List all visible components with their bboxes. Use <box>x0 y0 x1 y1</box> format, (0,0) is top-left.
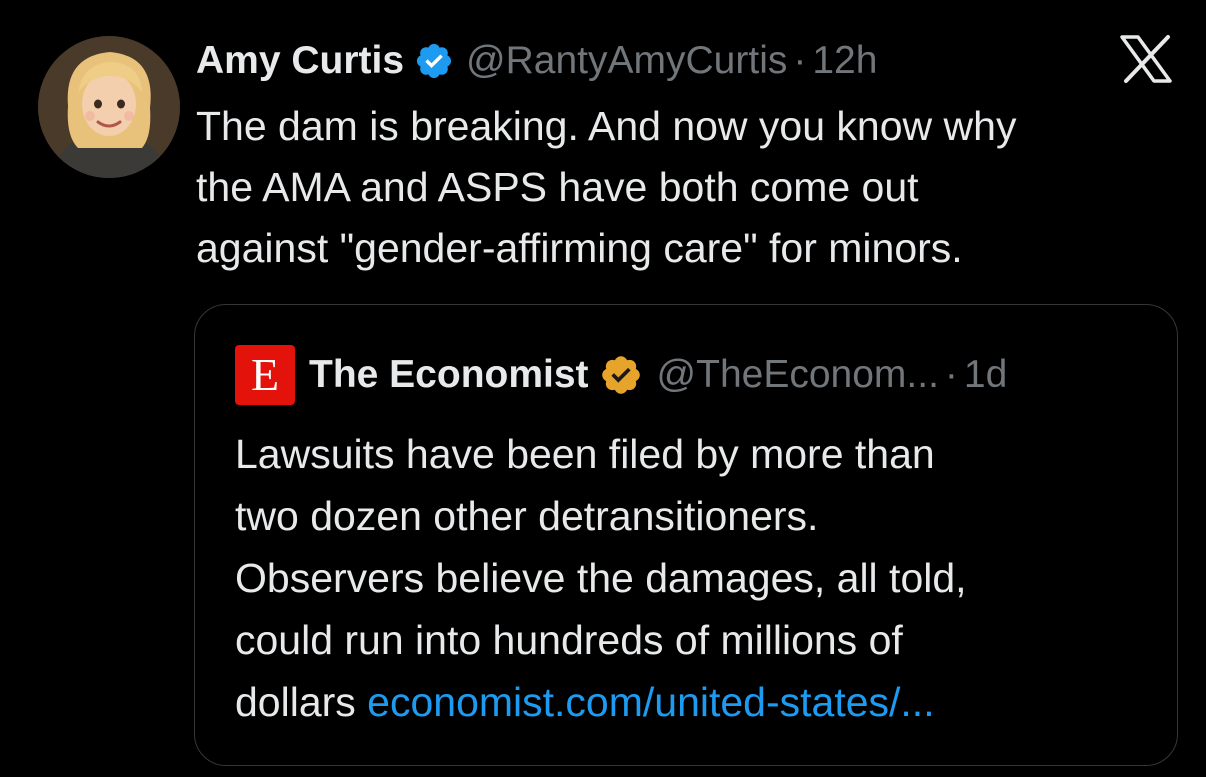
tweet[interactable]: Amy Curtis @RantyAmyCurtis · 12h The dam… <box>0 0 1206 777</box>
separator-dot: · <box>793 39 807 82</box>
quoted-post-card[interactable]: E The Economist @TheEconom... · 1d Lawsu… <box>194 304 1178 766</box>
post-text: The dam is breaking. And now you know wh… <box>196 96 1186 279</box>
verified-badge-icon <box>414 41 454 81</box>
post-text-line: against "gender-affirming care" for mino… <box>196 225 963 271</box>
post-timestamp[interactable]: 12h <box>812 36 877 86</box>
quoted-text-last-line: dollars economist.com/united-states/... <box>235 671 1155 733</box>
quoted-text-line: Lawsuits have been filed by more than <box>235 431 935 477</box>
quoted-text-tail: dollars <box>235 679 368 725</box>
post-header: Amy Curtis @RantyAmyCurtis · 12h <box>196 36 877 86</box>
quoted-post-header: E The Economist @TheEconom... · 1d <box>235 345 1007 405</box>
quoted-post-timestamp[interactable]: 1d <box>964 353 1007 397</box>
x-logo-icon <box>1118 34 1174 84</box>
post-text-line: The dam is breaking. And now you know wh… <box>196 103 1017 149</box>
quoted-author-display-name[interactable]: The Economist <box>309 353 589 397</box>
quoted-text-line: two dozen other detransitioners. <box>235 493 819 539</box>
economist-logo-icon[interactable]: E <box>235 345 295 405</box>
separator-dot: · <box>944 353 958 396</box>
author-handle[interactable]: @RantyAmyCurtis <box>466 36 787 86</box>
author-display-name[interactable]: Amy Curtis <box>196 36 404 86</box>
quoted-text-line: could run into hundreds of millions of <box>235 617 903 663</box>
post-text-line: the AMA and ASPS have both come out <box>196 164 919 210</box>
gold-verified-badge-icon <box>599 353 643 397</box>
avatar[interactable] <box>38 36 180 178</box>
quoted-post-text: Lawsuits have been filed by more than tw… <box>235 423 1155 733</box>
quoted-author-handle[interactable]: @TheEconom... <box>657 353 939 397</box>
article-link[interactable]: economist.com/united-states/... <box>367 679 934 725</box>
quoted-text-line: Observers believe the damages, all told, <box>235 555 967 601</box>
